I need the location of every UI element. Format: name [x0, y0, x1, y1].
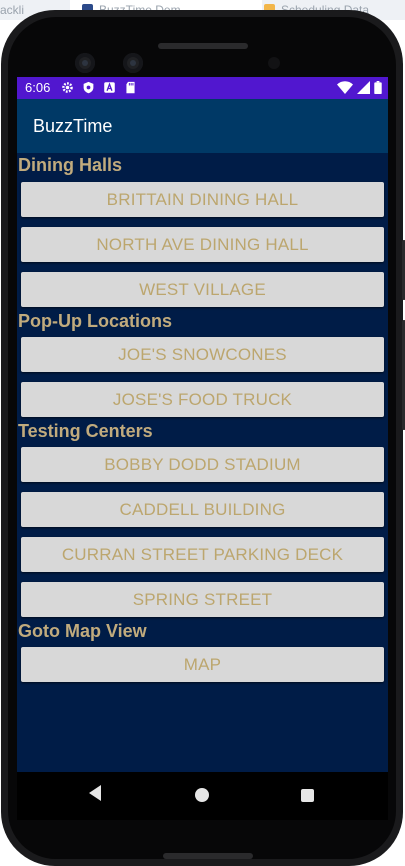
- cell-signal-icon: [357, 81, 370, 94]
- a-icon: [104, 82, 115, 93]
- brittain-dining-hall-button[interactable]: BRITTAIN DINING HALL: [21, 182, 384, 217]
- app-bar: BuzzTime: [17, 99, 388, 153]
- caddell-building-button[interactable]: CADDELL BUILDING: [21, 492, 384, 527]
- section-title-dining-halls: Dining Halls: [18, 155, 123, 175]
- section-title-testing-centers: Testing Centers: [18, 421, 153, 441]
- earpiece-speaker: [158, 43, 248, 49]
- wifi-icon: [337, 81, 353, 94]
- system-nav-bar: [17, 772, 388, 820]
- front-camera-icon: [123, 53, 143, 73]
- shield-icon: [83, 81, 94, 94]
- back-icon[interactable]: [87, 784, 103, 802]
- sd-card-icon: [126, 81, 135, 94]
- location-list: Dining Halls BRITTAIN DINING HALL NORTH …: [17, 153, 388, 682]
- joes-snowcones-button[interactable]: JOE'S SNOWCONES: [21, 337, 384, 372]
- status-time: 6:06: [25, 80, 51, 95]
- app-screen: 6:06 BuzzTime Dining Halls BRITTAIN DINI…: [17, 77, 388, 820]
- bottom-speaker: [163, 853, 253, 859]
- gear-icon: [62, 82, 73, 93]
- home-icon[interactable]: [195, 788, 209, 802]
- status-system-icons: [337, 81, 382, 94]
- proximity-sensor: [268, 57, 280, 69]
- front-camera-icon: [75, 53, 95, 73]
- app-title: BuzzTime: [33, 116, 113, 136]
- map-button[interactable]: MAP: [21, 647, 384, 682]
- phone-frame: 6:06 BuzzTime Dining Halls BRITTAIN DINI…: [1, 10, 405, 866]
- section-title-pop-up-locations: Pop-Up Locations: [18, 311, 172, 331]
- north-ave-dining-hall-button[interactable]: NORTH AVE DINING HALL: [21, 227, 384, 262]
- recents-icon[interactable]: [301, 789, 314, 802]
- bobby-dodd-stadium-button[interactable]: BOBBY DODD STADIUM: [21, 447, 384, 482]
- curran-street-parking-deck-button[interactable]: CURRAN STREET PARKING DECK: [21, 537, 384, 572]
- battery-icon: [374, 81, 382, 94]
- west-village-button[interactable]: WEST VILLAGE: [21, 272, 384, 307]
- section-title-goto-map-view: Goto Map View: [18, 621, 147, 641]
- spring-street-button[interactable]: SPRING STREET: [21, 582, 384, 617]
- status-bar: 6:06: [17, 77, 388, 99]
- joses-food-truck-button[interactable]: JOSE'S FOOD TRUCK: [21, 382, 384, 417]
- status-notification-icons: [61, 81, 137, 95]
